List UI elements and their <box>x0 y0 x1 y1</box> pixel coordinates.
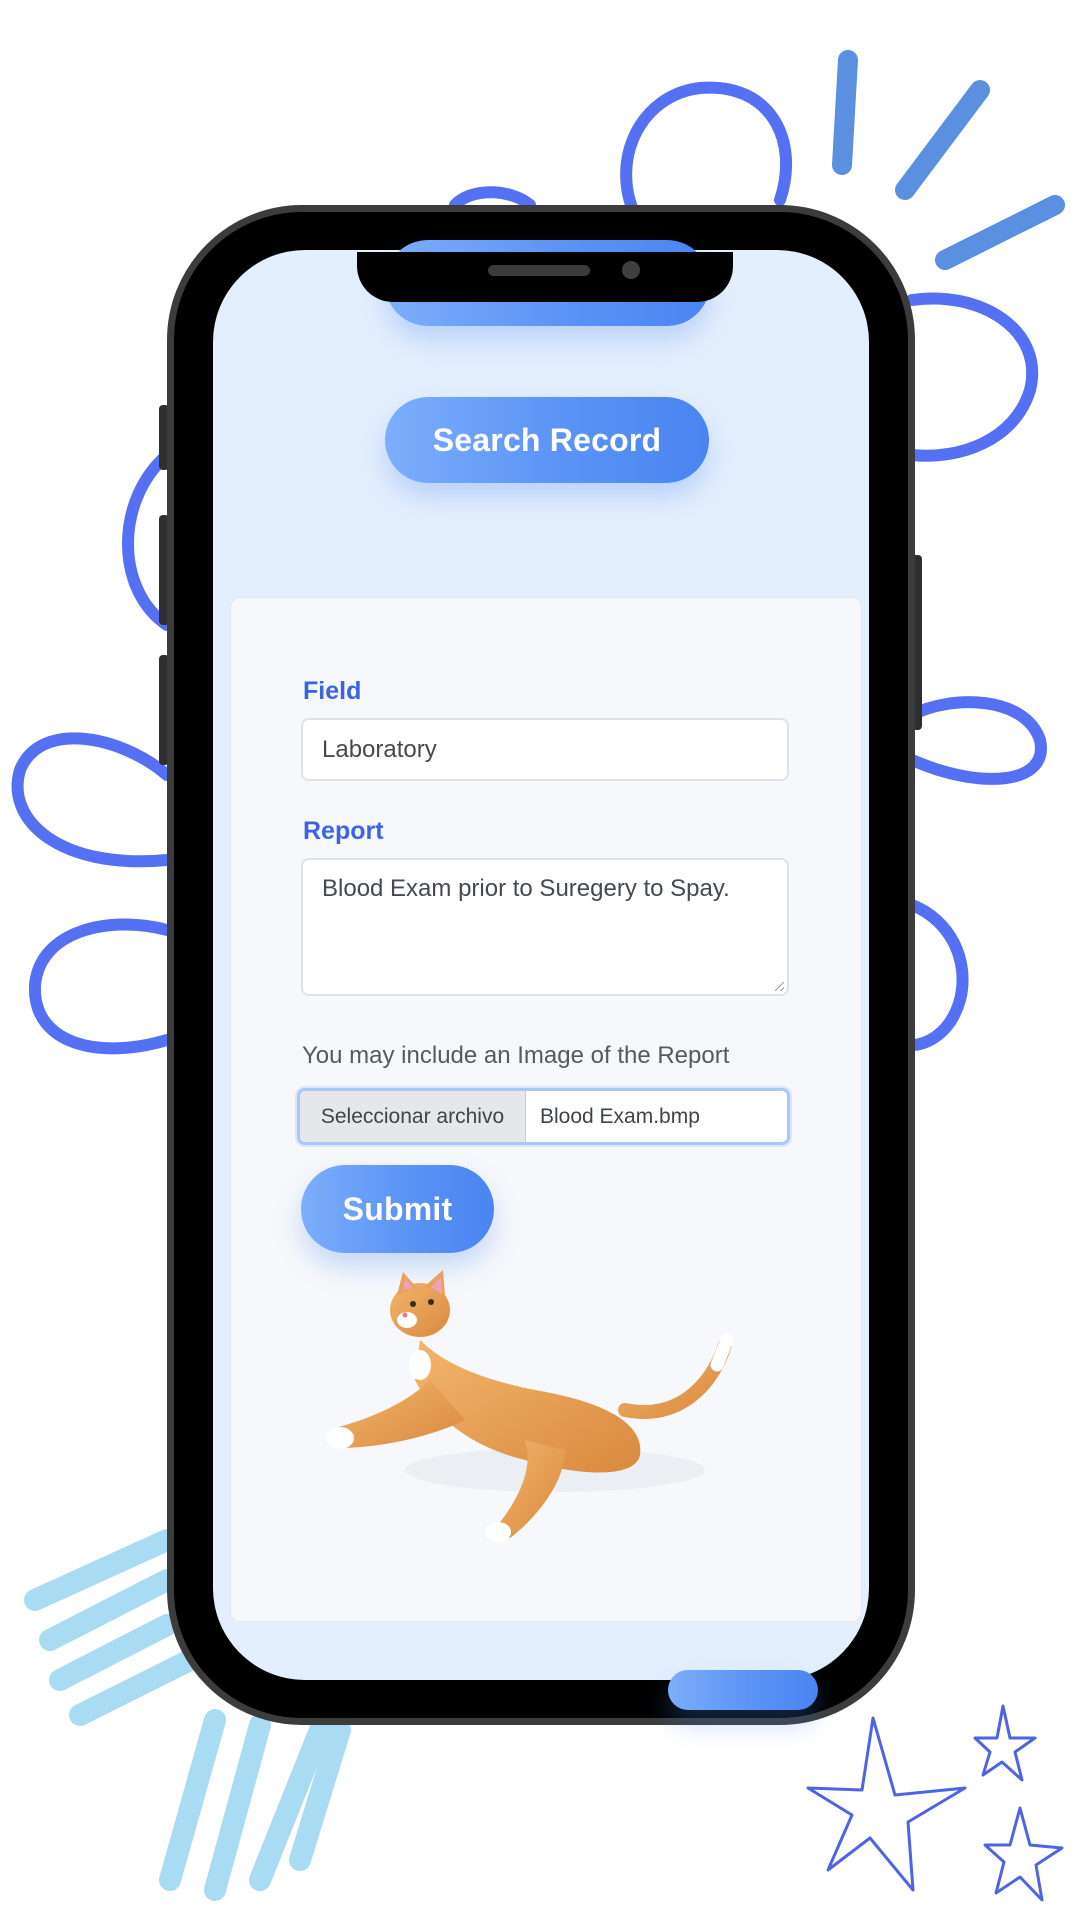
doodle-scribble-5 <box>159 1709 226 1891</box>
report-textarea[interactable]: Blood Exam prior to Suregery to Spay. <box>301 858 789 996</box>
doodle-loop-right-1 <box>906 292 1038 462</box>
choose-file-button[interactable]: Seleccionar archivo <box>300 1091 526 1142</box>
doodle-loop-top <box>620 81 793 221</box>
doodle-loop-right-3 <box>906 899 969 1051</box>
doodle-loop-right-2 <box>906 696 1047 785</box>
cat-front-paw <box>326 1427 354 1449</box>
doodle-loop-left-3 <box>28 918 173 1055</box>
report-text: Blood Exam prior to Suregery to Spay. <box>322 875 730 902</box>
doodle-scribble-6 <box>204 1714 271 1901</box>
doodle-dash-2 <box>895 80 990 200</box>
report-label: Report <box>303 817 384 845</box>
star-medium-icon <box>983 1806 1064 1902</box>
cat-eye-right <box>428 1299 434 1305</box>
doodle-dash-1 <box>832 50 858 175</box>
cat-tail-tip <box>710 1333 734 1372</box>
cat-back-paw <box>485 1522 511 1542</box>
mockup-stage: Search Record Field Laboratory Report Bl… <box>0 0 1080 1920</box>
doodle-loop-left-2 <box>11 732 173 868</box>
doodle-dash-3 <box>935 195 1065 270</box>
phone-notch <box>357 252 733 302</box>
field-input[interactable]: Laboratory <box>301 718 789 781</box>
star-large-icon <box>806 1716 967 1892</box>
image-hint-text: You may include an Image of the Report <box>302 1042 730 1069</box>
file-upload-input[interactable]: Seleccionar archivo Blood Exam.bmp <box>297 1088 790 1145</box>
submit-button[interactable]: Submit <box>301 1165 494 1253</box>
field-label: Field <box>303 677 362 705</box>
next-action-button[interactable] <box>668 1670 818 1710</box>
search-record-button[interactable]: Search Record <box>385 397 709 483</box>
cat-nose <box>402 1312 408 1318</box>
resize-handle-icon[interactable] <box>775 982 784 991</box>
phone-camera <box>622 261 640 279</box>
cat-eye-left <box>410 1301 416 1307</box>
cat-illustration <box>326 1270 734 1542</box>
phone-speaker <box>488 265 590 276</box>
cat-chest <box>409 1350 431 1380</box>
star-small-icon <box>973 1704 1037 1782</box>
selected-file-name: Blood Exam.bmp <box>540 1104 700 1128</box>
doodle-loop-top-left <box>449 186 536 211</box>
cat-tail <box>618 1338 732 1419</box>
